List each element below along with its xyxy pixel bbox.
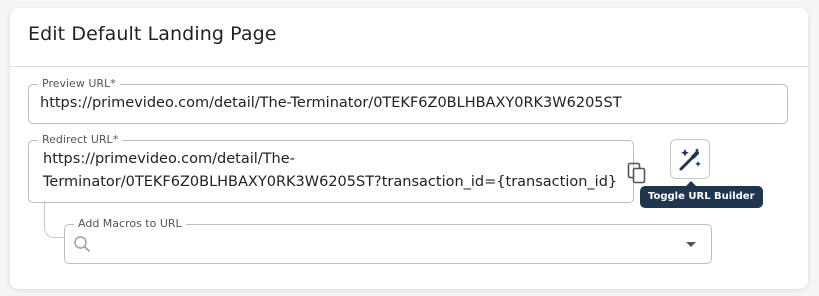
required-mark: * bbox=[112, 133, 119, 146]
url-builder-tooltip: Toggle URL Builder bbox=[640, 181, 763, 208]
copy-icon[interactable] bbox=[627, 162, 647, 184]
magic-wand-icon bbox=[679, 148, 701, 171]
preview-url-label-text: Preview URL bbox=[42, 77, 111, 90]
add-macros-label: Add Macros to URL bbox=[74, 217, 186, 231]
toggle-url-builder-button[interactable] bbox=[670, 139, 710, 179]
dialog-card: Edit Default Landing Page Preview URL* h… bbox=[10, 8, 808, 289]
redirect-url-value-line1[interactable]: https://primevideo.com/detail/The- bbox=[43, 148, 295, 171]
redirect-url-value-line2[interactable]: Terminator/0TEKF6Z0BLHBAXY0RK3W6205ST?tr… bbox=[43, 171, 617, 194]
redirect-url-label: Redirect URL* bbox=[38, 133, 123, 147]
header-divider bbox=[10, 66, 808, 67]
search-icon bbox=[74, 236, 90, 252]
preview-url-value[interactable]: https://primevideo.com/detail/The-Termin… bbox=[40, 92, 622, 115]
redirect-url-field[interactable]: Redirect URL* https://primevideo.com/det… bbox=[28, 133, 646, 203]
add-macros-field[interactable]: Add Macros to URL bbox=[64, 217, 712, 264]
dialog-title: Edit Default Landing Page bbox=[28, 23, 277, 45]
redirect-url-label-text: Redirect URL bbox=[42, 133, 113, 146]
caret-down-icon[interactable] bbox=[685, 241, 697, 249]
required-mark: * bbox=[110, 77, 116, 90]
preview-url-label: Preview URL* bbox=[38, 77, 120, 91]
preview-url-field[interactable]: Preview URL* https://primevideo.com/deta… bbox=[28, 77, 788, 124]
